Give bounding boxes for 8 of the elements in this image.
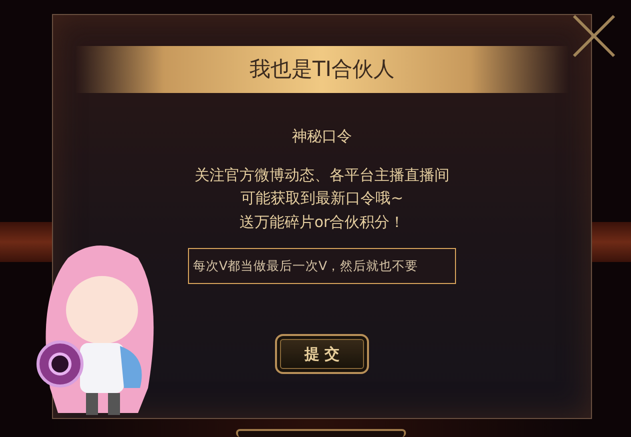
dialog-title: 我也是TI合伙人 xyxy=(75,46,569,93)
description-line: 可能获取到最新口令哦~ xyxy=(240,188,404,209)
description-line: 关注官方微博动态、各平台主播直播间 xyxy=(194,164,450,186)
subtitle: 神秘口令 xyxy=(291,126,353,147)
description-line: 送万能碎片or合伙积分！ xyxy=(239,212,405,232)
input-field[interactable]: 每次V都当做最后一次V，然后就也不要 xyxy=(188,248,456,284)
close-icon[interactable] xyxy=(572,14,616,58)
submit-button[interactable]: 提 交 xyxy=(275,334,369,374)
